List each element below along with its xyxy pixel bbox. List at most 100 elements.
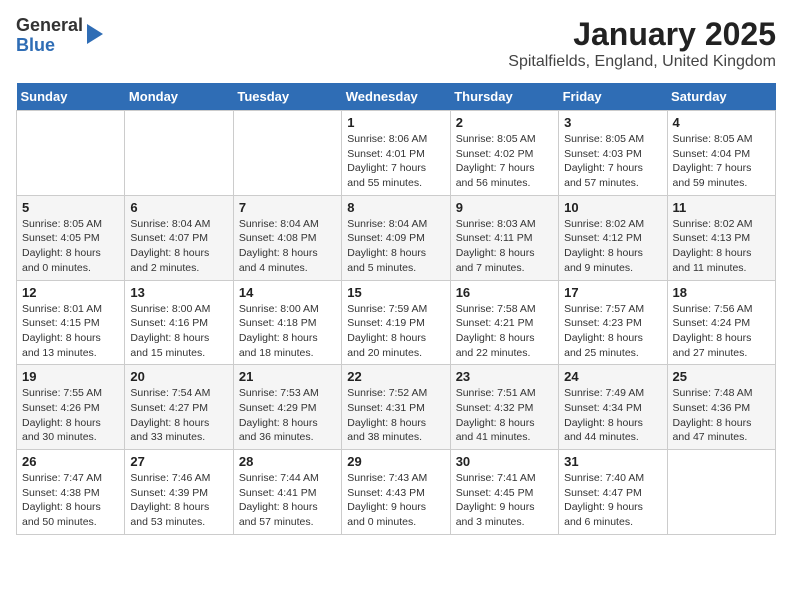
day-header-tuesday: Tuesday [233,83,341,111]
day-number: 18 [673,285,770,300]
calendar-week-row: 12 Sunrise: 8:01 AMSunset: 4:15 PMDayligh… [17,280,776,365]
calendar-cell: 27 Sunrise: 7:46 AMSunset: 4:39 PMDayligh… [125,450,233,535]
logo-text: General Blue [16,16,83,56]
day-number: 15 [347,285,444,300]
day-number: 29 [347,454,444,469]
calendar-cell: 20Sunrise: 7:54 AMSunset: 4:27 PMDayligh… [125,365,233,450]
day-info: Sunrise: 7:41 AMSunset: 4:45 PMDaylight:… [456,471,553,530]
day-header-sunday: Sunday [17,83,125,111]
day-info: Sunrise: 7:59 AMSunset: 4:19 PMDaylight:… [347,302,444,361]
day-info: Sunrise: 8:05 AMSunset: 4:03 PMDaylight:… [564,132,661,191]
calendar-cell [17,111,125,196]
day-number: 25 [673,369,770,384]
day-number: 11 [673,200,770,215]
day-info: Sunrise: 7:53 AMSunset: 4:29 PMDaylight:… [239,386,336,445]
day-info: Sunrise: 8:02 AMSunset: 4:12 PMDaylight:… [564,217,661,276]
day-number: 28 [239,454,336,469]
day-info: Sunrise: 7:55 AMSunset: 4:26 PMDaylight:… [22,386,119,445]
logo-arrow-icon [87,24,103,44]
day-number: 22 [347,369,444,384]
calendar-cell: 10 Sunrise: 8:02 AMSunset: 4:12 PMDayligh… [559,195,667,280]
page-header: General Blue January 2025 Spitalfields, … [16,16,776,71]
day-number: 14 [239,285,336,300]
calendar-cell: 9 Sunrise: 8:03 AMSunset: 4:11 PMDaylight… [450,195,558,280]
calendar-cell: 15 Sunrise: 7:59 AMSunset: 4:19 PMDayligh… [342,280,450,365]
day-number: 13 [130,285,227,300]
title-block: January 2025 Spitalfields, England, Unit… [508,16,776,71]
day-number: 9 [456,200,553,215]
day-number: 23 [456,369,553,384]
page-title: January 2025 [508,16,776,53]
calendar-cell: 13 Sunrise: 8:00 AMSunset: 4:16 PMDayligh… [125,280,233,365]
calendar-cell: 4 Sunrise: 8:05 AMSunset: 4:04 PMDaylight… [667,111,775,196]
calendar-cell: 22Sunrise: 7:52 AMSunset: 4:31 PMDayligh… [342,365,450,450]
calendar-cell: 29Sunrise: 7:43 AMSunset: 4:43 PMDayligh… [342,450,450,535]
calendar-cell: 7Sunrise: 8:04 AMSunset: 4:08 PMDaylight… [233,195,341,280]
calendar-cell [667,450,775,535]
day-number: 2 [456,115,553,130]
day-info: Sunrise: 7:46 AMSunset: 4:39 PMDaylight:… [130,471,227,530]
day-info: Sunrise: 8:01 AMSunset: 4:15 PMDaylight:… [22,302,119,361]
calendar-cell: 19Sunrise: 7:55 AMSunset: 4:26 PMDayligh… [17,365,125,450]
day-number: 30 [456,454,553,469]
day-header-monday: Monday [125,83,233,111]
day-number: 5 [22,200,119,215]
calendar-cell: 31Sunrise: 7:40 AMSunset: 4:47 PMDayligh… [559,450,667,535]
day-info: Sunrise: 8:03 AMSunset: 4:11 PMDaylight:… [456,217,553,276]
calendar-cell: 18 Sunrise: 7:56 AMSunset: 4:24 PMDayligh… [667,280,775,365]
calendar-cell: 11 Sunrise: 8:02 AMSunset: 4:13 PMDayligh… [667,195,775,280]
calendar-cell [125,111,233,196]
day-info: Sunrise: 8:04 AMSunset: 4:08 PMDaylight:… [239,217,336,276]
calendar-cell: 26Sunrise: 7:47 AMSunset: 4:38 PMDayligh… [17,450,125,535]
logo: General Blue [16,16,103,56]
calendar-cell: 3 Sunrise: 8:05 AMSunset: 4:03 PMDaylight… [559,111,667,196]
day-number: 12 [22,285,119,300]
calendar-cell: 17Sunrise: 7:57 AMSunset: 4:23 PMDayligh… [559,280,667,365]
day-info: Sunrise: 8:05 AMSunset: 4:04 PMDaylight:… [673,132,770,191]
day-info: Sunrise: 7:48 AMSunset: 4:36 PMDaylight:… [673,386,770,445]
calendar-week-row: 1Sunrise: 8:06 AMSunset: 4:01 PMDaylight… [17,111,776,196]
day-info: Sunrise: 8:05 AMSunset: 4:05 PMDaylight:… [22,217,119,276]
calendar-cell: 12 Sunrise: 8:01 AMSunset: 4:15 PMDayligh… [17,280,125,365]
day-info: Sunrise: 8:05 AMSunset: 4:02 PMDaylight:… [456,132,553,191]
day-info: Sunrise: 8:02 AMSunset: 4:13 PMDaylight:… [673,217,770,276]
day-info: Sunrise: 7:54 AMSunset: 4:27 PMDaylight:… [130,386,227,445]
day-number: 10 [564,200,661,215]
calendar-cell: 5 Sunrise: 8:05 AMSunset: 4:05 PMDaylight… [17,195,125,280]
day-info: Sunrise: 8:00 AMSunset: 4:18 PMDaylight:… [239,302,336,361]
day-number: 27 [130,454,227,469]
day-number: 21 [239,369,336,384]
day-number: 4 [673,115,770,130]
day-header-saturday: Saturday [667,83,775,111]
day-header-friday: Friday [559,83,667,111]
logo-blue: Blue [16,36,83,56]
day-info: Sunrise: 7:58 AMSunset: 4:21 PMDaylight:… [456,302,553,361]
day-number: 16 [456,285,553,300]
calendar-cell: 28 Sunrise: 7:44 AMSunset: 4:41 PMDayligh… [233,450,341,535]
logo-general: General [16,16,83,36]
day-header-wednesday: Wednesday [342,83,450,111]
day-header-thursday: Thursday [450,83,558,111]
calendar-table: SundayMondayTuesdayWednesdayThursdayFrid… [16,83,776,535]
calendar-week-row: 5 Sunrise: 8:05 AMSunset: 4:05 PMDaylight… [17,195,776,280]
day-info: Sunrise: 8:00 AMSunset: 4:16 PMDaylight:… [130,302,227,361]
day-number: 24 [564,369,661,384]
calendar-week-row: 19Sunrise: 7:55 AMSunset: 4:26 PMDayligh… [17,365,776,450]
day-number: 3 [564,115,661,130]
calendar-week-row: 26Sunrise: 7:47 AMSunset: 4:38 PMDayligh… [17,450,776,535]
page-subtitle: Spitalfields, England, United Kingdom [508,53,776,71]
day-info: Sunrise: 7:49 AMSunset: 4:34 PMDaylight:… [564,386,661,445]
calendar-cell [233,111,341,196]
day-number: 6 [130,200,227,215]
calendar-cell: 30 Sunrise: 7:41 AMSunset: 4:45 PMDayligh… [450,450,558,535]
day-info: Sunrise: 7:51 AMSunset: 4:32 PMDaylight:… [456,386,553,445]
calendar-cell: 21 Sunrise: 7:53 AMSunset: 4:29 PMDayligh… [233,365,341,450]
day-info: Sunrise: 7:56 AMSunset: 4:24 PMDaylight:… [673,302,770,361]
calendar-cell: 8Sunrise: 8:04 AMSunset: 4:09 PMDaylight… [342,195,450,280]
calendar-cell: 14 Sunrise: 8:00 AMSunset: 4:18 PMDayligh… [233,280,341,365]
calendar-cell: 23 Sunrise: 7:51 AMSunset: 4:32 PMDayligh… [450,365,558,450]
day-info: Sunrise: 7:44 AMSunset: 4:41 PMDaylight:… [239,471,336,530]
day-info: Sunrise: 7:40 AMSunset: 4:47 PMDaylight:… [564,471,661,530]
calendar-cell: 16 Sunrise: 7:58 AMSunset: 4:21 PMDayligh… [450,280,558,365]
day-info: Sunrise: 8:04 AMSunset: 4:09 PMDaylight:… [347,217,444,276]
